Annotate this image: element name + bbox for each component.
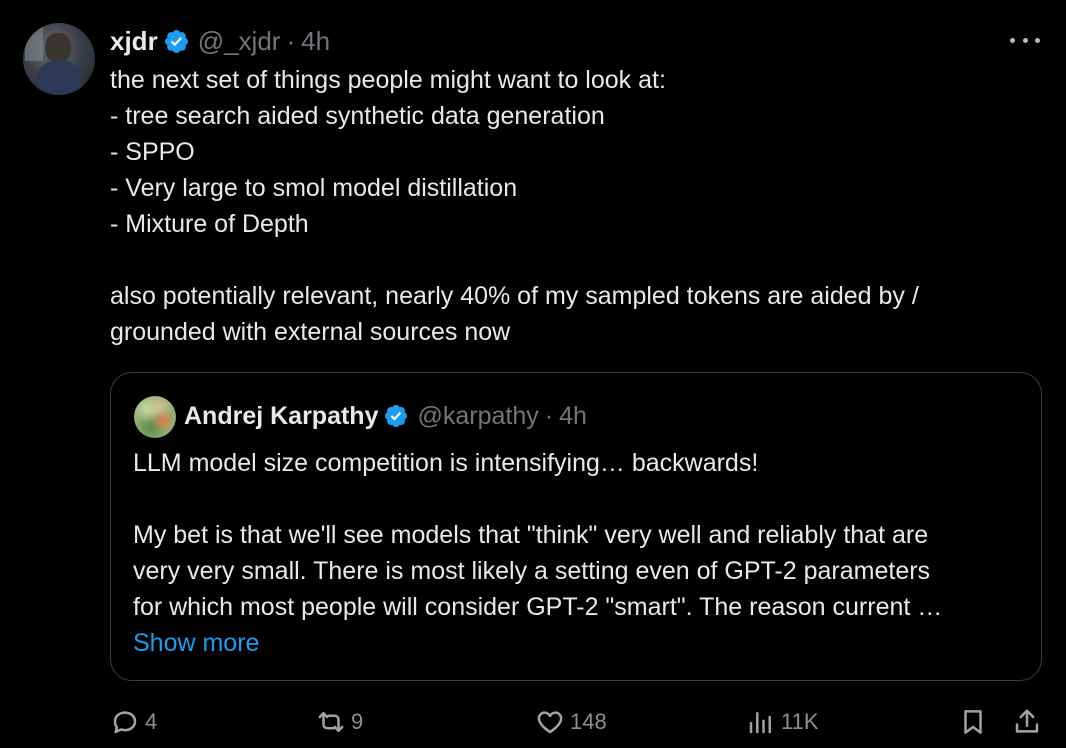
tweet-text-line — [110, 242, 1040, 278]
quoted-author-handle[interactable]: @karpathy — [417, 402, 538, 431]
views-button[interactable]: 11K — [746, 704, 819, 740]
author-avatar[interactable] — [23, 23, 95, 95]
bookmark-button[interactable] — [958, 704, 988, 740]
avatar-background — [25, 27, 43, 61]
tweet-text-line: grounded with external sources now — [110, 318, 511, 346]
tweet-text: the next set of things people might want… — [110, 62, 1040, 350]
tweet-text-line: - Very large to smol model distillation — [110, 174, 518, 202]
tweet-timestamp[interactable]: 4h — [301, 26, 330, 57]
tweet-text-line: the next set of things people might want… — [110, 66, 666, 94]
more-dot — [1022, 37, 1028, 43]
header-separator: · — [286, 25, 296, 56]
avatar-face — [45, 33, 71, 63]
quoted-author-display-name[interactable]: Andrej Karpathy — [184, 402, 378, 431]
reply-icon — [110, 707, 140, 737]
reply-button[interactable]: 4 — [110, 704, 157, 740]
quoted-text-line: for which most people will consider GPT-… — [133, 593, 943, 621]
quoted-author-avatar[interactable] — [134, 396, 176, 438]
quoted-tweet-text: LLM model size competition is intensifyi… — [133, 445, 1033, 625]
like-button[interactable]: 148 — [535, 704, 607, 740]
quoted-text-line — [133, 481, 1033, 517]
more-options-icon[interactable] — [1010, 28, 1040, 52]
repost-icon — [316, 707, 346, 737]
quoted-tweet[interactable]: Andrej Karpathy @karpathy · 4h LLM model… — [110, 372, 1042, 681]
tweet-actions: 4 9 148 11K — [0, 700, 1066, 746]
analytics-icon — [746, 707, 776, 737]
quoted-text-line: My bet is that we'll see models that "th… — [133, 521, 929, 549]
tweet[interactable]: xjdr @_xjdr · 4h the next set of things … — [0, 0, 1066, 748]
author-display-name[interactable]: xjdr — [110, 26, 158, 57]
avatar-body — [37, 61, 81, 95]
repost-count: 9 — [351, 709, 364, 734]
share-button[interactable] — [1012, 704, 1042, 740]
share-icon — [1012, 707, 1042, 737]
show-more-link[interactable]: Show more — [133, 625, 259, 661]
like-count: 148 — [570, 709, 607, 734]
more-dot — [1010, 37, 1015, 43]
quoted-header-separator: · — [544, 401, 554, 430]
tweet-header: xjdr @_xjdr · 4h — [110, 24, 330, 58]
heart-icon — [535, 707, 565, 737]
bookmark-icon — [958, 707, 988, 737]
repost-button[interactable]: 9 — [316, 704, 363, 740]
reply-count: 4 — [145, 709, 158, 734]
quoted-text-line: very very small. There is most likely a … — [133, 557, 931, 585]
tweet-text-line: - tree search aided synthetic data gener… — [110, 102, 605, 130]
quoted-tweet-header: Andrej Karpathy @karpathy · 4h — [184, 398, 587, 434]
views-count: 11K — [781, 709, 819, 734]
quoted-tweet-timestamp[interactable]: 4h — [559, 402, 587, 431]
quoted-text-line: LLM model size competition is intensifyi… — [133, 449, 759, 477]
tweet-text-line: also potentially relevant, nearly 40% of… — [110, 282, 919, 310]
more-dot — [1035, 37, 1040, 43]
verified-badge-icon — [163, 28, 190, 55]
author-handle[interactable]: @_xjdr — [198, 26, 281, 57]
tweet-text-line: - Mixture of Depth — [110, 210, 309, 238]
tweet-text-line: - SPPO — [110, 138, 195, 166]
verified-badge-icon — [383, 403, 409, 429]
